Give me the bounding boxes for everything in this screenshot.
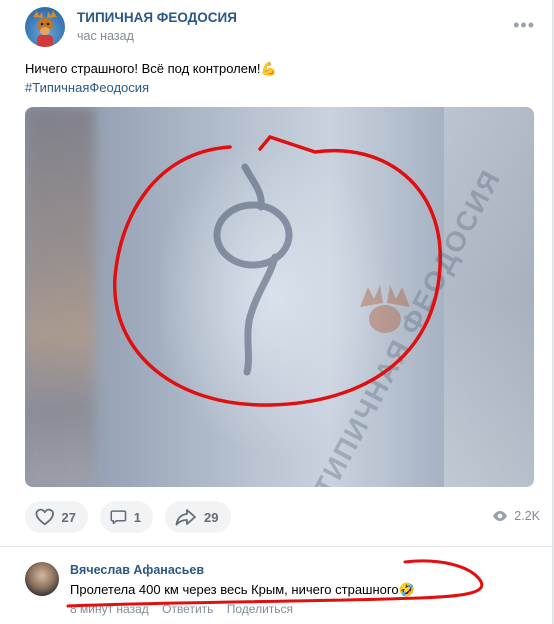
view-count: 2.2K: [514, 509, 540, 523]
share-button[interactable]: 29: [165, 501, 231, 533]
watermark-moose-icon: [360, 285, 410, 333]
group-avatar[interactable]: [25, 7, 65, 47]
post-card: ТИПИЧНАЯ ФЕОДОСИЯ час назад ••• Ничего с…: [0, 0, 553, 624]
moose-logo-icon: [33, 11, 57, 47]
share-count: 29: [204, 509, 219, 525]
post-photo[interactable]: ТИПИЧНАЯ ФЕОДОСИЯ: [25, 107, 534, 487]
group-name[interactable]: ТИПИЧНАЯ ФЕОДОСИЯ: [77, 10, 237, 25]
red-underline-annotation: [66, 559, 484, 608]
heart-icon: [35, 508, 54, 526]
comment-annotation: [66, 559, 484, 608]
comment-count: 1: [133, 509, 141, 525]
like-count: 27: [61, 509, 76, 525]
like-button[interactable]: 27: [25, 501, 88, 533]
photo-drawing: [113, 134, 442, 407]
comment-icon: [110, 510, 127, 525]
share-icon: [175, 509, 196, 526]
post-actions: 27 1 29 2.2K: [25, 501, 540, 533]
contrail-ring: [213, 163, 293, 376]
post-hashtag[interactable]: #ТипичнаяФеодосия: [25, 78, 525, 97]
post-message: Ничего страшного! Всё под контролем!💪: [25, 61, 277, 76]
post-text: Ничего страшного! Всё под контролем!💪 #Т…: [25, 59, 525, 97]
post-time[interactable]: час назад: [77, 29, 134, 43]
view-counter: 2.2K: [492, 509, 540, 523]
post-header: ТИПИЧНАЯ ФЕОДОСИЯ час назад •••: [25, 7, 535, 51]
red-annotation-circle: [113, 134, 442, 407]
more-options-icon[interactable]: •••: [513, 15, 535, 36]
comment-button[interactable]: 1: [100, 501, 153, 533]
eye-icon: [493, 511, 508, 521]
